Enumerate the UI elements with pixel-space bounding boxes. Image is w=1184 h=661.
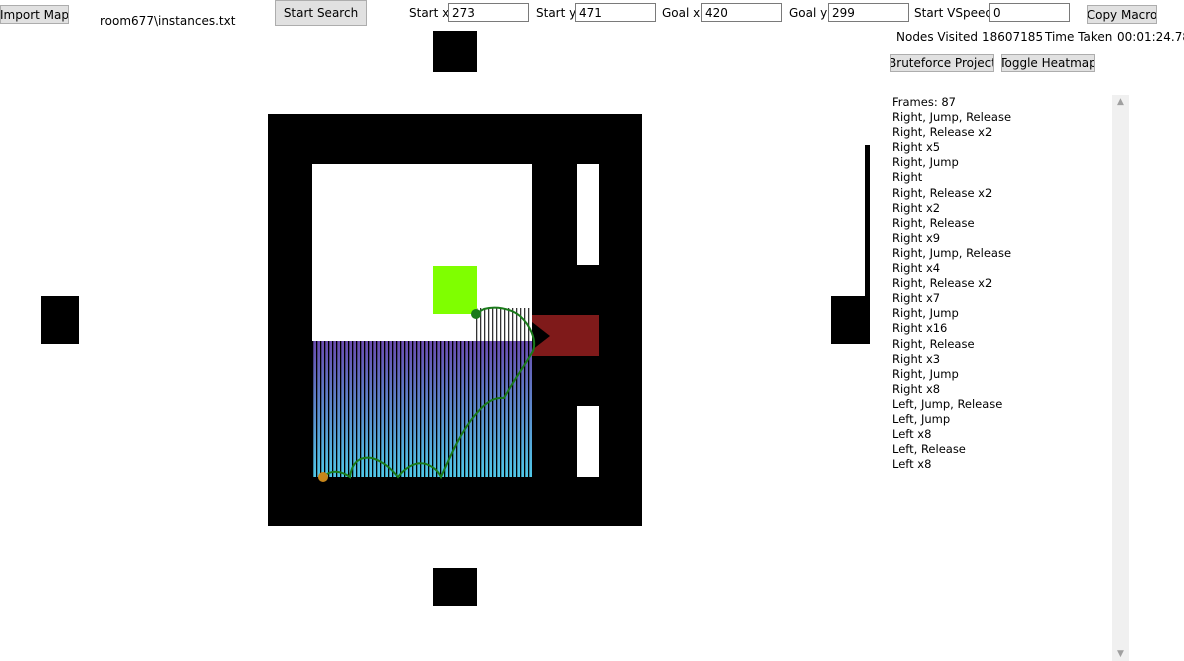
window-upper — [577, 164, 599, 265]
map-block-bottom — [433, 568, 477, 606]
map-block-top — [433, 31, 477, 72]
map-block-left — [41, 296, 79, 344]
macro-output-list[interactable]: Frames: 87 Right, Jump, Release Right, Rel… — [892, 95, 1107, 472]
macro-scrollbar[interactable]: ▲ ▼ — [1112, 95, 1129, 661]
macro-line: Left x8 — [892, 427, 932, 442]
macro-line: Right x9 — [892, 230, 941, 245]
macro-line: Right, Jump — [892, 306, 959, 321]
macro-line: Right, Release — [892, 336, 975, 351]
macro-line: Right, Jump, Release — [892, 245, 1012, 260]
macro-line: Right x2 — [892, 200, 941, 215]
macro-frames-count: Frames: 87 — [892, 95, 956, 109]
macro-line: Right x8 — [892, 381, 941, 396]
heatmap-stripes-upper — [476, 308, 532, 341]
macro-line: Right x4 — [892, 261, 941, 276]
heatmap-stripes — [312, 341, 532, 477]
macro-line: Right x5 — [892, 140, 941, 155]
macro-line: Right x16 — [892, 321, 948, 336]
map-block-right — [831, 296, 870, 344]
window-lower — [577, 406, 599, 477]
macro-line: Right x7 — [892, 291, 941, 306]
macro-line: Right, Release x2 — [892, 185, 993, 200]
macro-line: Left, Jump, Release — [892, 396, 1003, 411]
macro-line: Right, Jump — [892, 366, 959, 381]
start-marker — [318, 472, 328, 482]
hazard-ledge-upper — [532, 309, 577, 315]
goal-block — [433, 266, 477, 314]
macro-line: Right, Jump — [892, 155, 959, 170]
macro-line: Right, Release — [892, 215, 975, 230]
macro-line: Right, Release x2 — [892, 276, 993, 291]
end-marker — [471, 309, 481, 319]
map-pole-right — [865, 145, 870, 297]
macro-line: Right, Release x2 — [892, 125, 993, 140]
scroll-down-icon[interactable]: ▼ — [1112, 649, 1129, 659]
macro-line: Left x8 — [892, 457, 932, 472]
macro-line: Right, Jump, Release — [892, 110, 1012, 125]
macro-line: Left, Jump — [892, 411, 951, 426]
scroll-up-icon[interactable]: ▲ — [1112, 97, 1129, 107]
macro-line: Right x3 — [892, 351, 941, 366]
macro-line: Left, Release — [892, 442, 966, 457]
macro-line: Right — [892, 170, 923, 185]
